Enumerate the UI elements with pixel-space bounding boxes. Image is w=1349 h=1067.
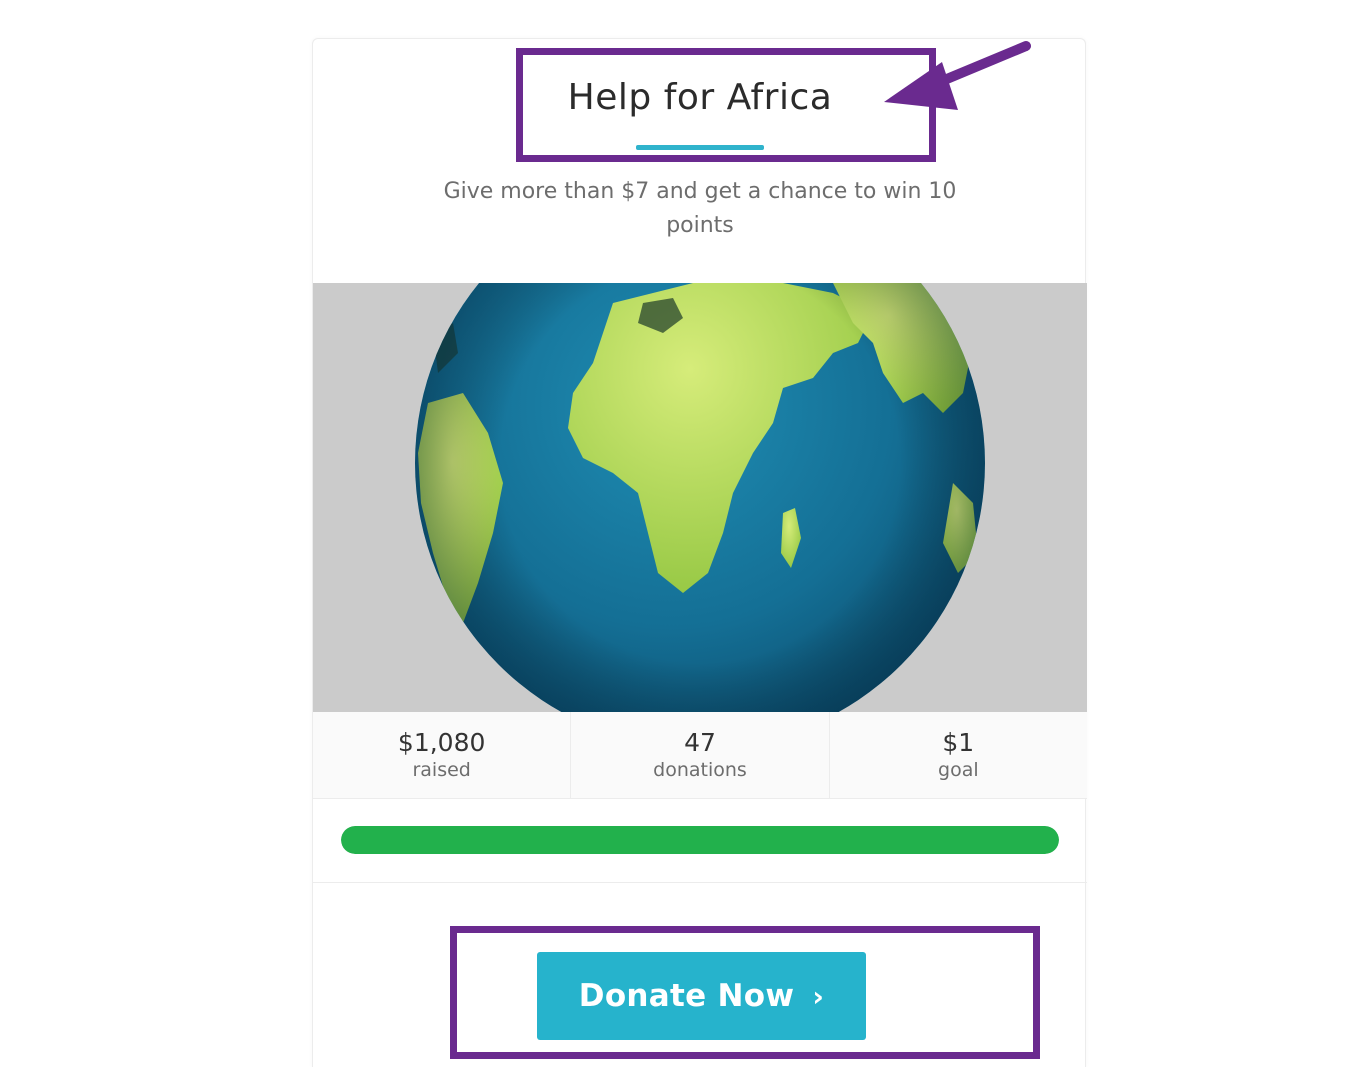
progress-fill	[341, 826, 1059, 854]
stats-bar: $1,080 raised 47 donations $1 goal	[313, 712, 1087, 799]
stat-value: $1	[942, 728, 975, 757]
title-underline	[636, 145, 764, 150]
stat-donations: 47 donations	[571, 712, 830, 798]
stat-label: donations	[653, 759, 747, 781]
chevron-right-icon: ›	[812, 979, 825, 1013]
progress-bar	[341, 826, 1059, 854]
globe-icon	[415, 283, 985, 712]
campaign-image	[313, 283, 1087, 712]
stat-raised: $1,080 raised	[313, 712, 572, 798]
divider	[313, 882, 1087, 883]
donate-button-label: Donate Now	[578, 978, 795, 1014]
stat-goal: $1 goal	[830, 712, 1087, 798]
stat-label: goal	[938, 759, 979, 781]
stat-label: raised	[412, 759, 471, 781]
campaign-title: Help for Africa	[567, 77, 833, 118]
stat-value: $1,080	[397, 728, 486, 757]
campaign-subtitle: Give more than $7 and get a chance to wi…	[443, 179, 957, 238]
donate-now-button[interactable]: Donate Now ›	[537, 952, 866, 1040]
stat-value: 47	[684, 728, 716, 757]
campaign-card: Help for Africa Give more than $7 and ge…	[312, 38, 1087, 1067]
